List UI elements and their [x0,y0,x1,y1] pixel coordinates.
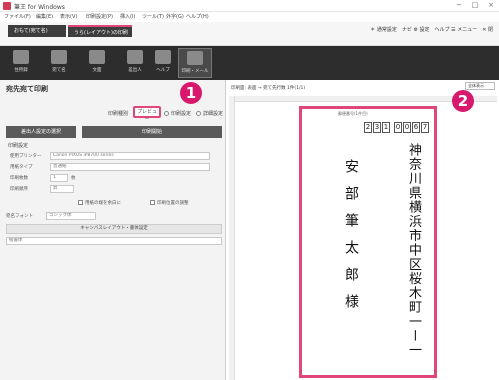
ruler-left [229,96,235,380]
bottom-font-select[interactable]: 楷書体 [6,237,222,245]
checkbox-box [150,200,155,205]
radio-label: 印刷設定 [171,111,192,117]
ribbon-toolbar: 住所録 宛て名 文面 差出人 ヘルプ 印刷・メール [0,46,499,80]
section-print-settings: 印刷設定 [8,143,29,149]
ribbon-label: 文面 [92,68,102,73]
print-order-label: 印刷順序 [10,187,28,192]
step-badge-1: 1 [180,82,202,104]
panel-title: 宛先宛て印刷 [6,85,48,93]
checkbox-label: 印刷位置の調整 [157,201,189,206]
radio-print-settings[interactable]: 印刷設定 [164,110,191,117]
menu-help[interactable]: ヘルプ(H) [186,13,209,20]
ribbon-print-button[interactable]: 印刷・メール [178,48,212,78]
copies-unit: 枚 [71,176,76,181]
maximize-button[interactable]: □ [470,1,480,10]
zip-digit: 2 [364,122,372,133]
menu-print-settings[interactable]: 印刷設定(P) [86,13,113,20]
design-icon [89,50,105,64]
title-bar: 筆王 for Windows − □ × [0,0,499,12]
print-type-label: 印刷種別 [108,110,128,117]
menu-view[interactable]: 表示(V) [60,13,77,20]
zip-digit: 6 [412,122,420,133]
tab-layout-print[interactable]: うら(レイアウト)の印刷 [68,25,132,37]
zip-code-boxes: 2 3 1 0 0 6 7 [364,122,430,133]
zoom-select[interactable]: 全体表示 [465,82,495,90]
ribbon-label: ヘルプ [156,68,170,73]
menu-bar: ファイル(F) 編集(E) 表示(V) 印刷設定(P) 挿入(I) ツール(T)… [0,12,499,22]
top-links[interactable]: ＊ 通常設定 ナビ ⚙ 設定 ヘルプ ☰ メニュー ✕ 閉 [370,26,493,33]
tab-address-side[interactable]: おもて(宛て名) [8,25,66,37]
ribbon-address-book-button[interactable]: 住所録 [4,48,38,78]
print-icon [187,51,203,65]
menu-insert[interactable]: 挿入(I) [120,13,135,20]
menu-file[interactable]: ファイル(F) [4,13,31,20]
close-button[interactable]: × [486,1,496,10]
radio-label: 詳細設定 [203,111,224,117]
menu-gaiji[interactable]: 外字(G) [166,13,184,20]
paper-type-label: 用紙タイプ [10,165,33,170]
layout-font-settings-button[interactable]: キャンバスレイアウト・書体設定 [6,224,222,234]
preview-info-text: 印刷面: 表面 → 宛て先行数 1件(1/1) [231,86,306,91]
copies-label: 印刷枚数 [10,176,28,181]
help-icon [155,50,171,64]
checkbox-position[interactable]: 印刷位置の調整 [150,200,189,206]
ribbon-address-button[interactable]: 宛て名 [42,48,76,78]
checkbox-box [78,200,83,205]
step-badge-2: 2 [452,90,474,112]
zip-caption: 郵便番号(1件目) [338,111,368,116]
radio-detail-settings[interactable]: 詳細設定 [196,110,223,117]
radio-circle [196,111,201,116]
zip-digit: 0 [403,122,411,133]
recipient-name: 安部筆太郎様 [343,159,359,321]
zip-digit: 1 [382,122,390,133]
recipient-address: 神奈川県横浜市中区桜木町一ー一 [406,143,421,358]
minimize-button[interactable]: − [454,1,464,10]
ribbon-help-button[interactable]: ヘルプ [146,48,180,78]
start-print-button[interactable]: 印刷開始 [82,126,222,138]
radio-circle [164,111,169,116]
app-icon [3,2,11,10]
sender-icon [127,50,143,64]
tab-strip: おもて(宛て名) うら(レイアウト)の印刷 ＊ 通常設定 ナビ ⚙ 設定 ヘルプ… [0,22,499,46]
window-title: 筆王 for Windows [14,4,65,11]
postcard-preview: 郵便番号(1件目) 2 3 1 0 0 6 7 神奈川県横浜市中区桜木町一ー一 … [299,106,437,378]
print-settings-panel: 宛先宛て印刷 印刷種別 プレビュー 印刷設定 詳細設定 差出人設定の選択 印刷開… [0,80,226,380]
zip-digit: 7 [421,122,429,133]
print-preview-area: 印刷面: 表面 → 宛て先行数 1件(1/1) 全体表示 郵便番号(1件目) 2… [227,80,499,380]
paper-type-select[interactable]: 普通紙 [50,163,210,171]
menu-tools[interactable]: ツール(T) [142,13,164,20]
zip-digit: 0 [394,122,402,133]
printer-select[interactable]: Canon PIXUS iP8700 series [50,152,210,160]
ribbon-label: 差出人 [128,68,142,73]
checkbox-label: 用紙の端を余白に [85,201,121,206]
ribbon-label: 印刷・メール [181,69,209,74]
copies-input[interactable]: 1 [50,174,68,182]
radio-label: 印刷種別 [108,111,129,117]
address-book-icon [13,50,29,64]
printer-label: 使用プリンター [10,154,42,159]
menu-edit[interactable]: 編集(E) [36,13,53,20]
preview-radio[interactable]: プレビュー [133,106,161,123]
ribbon-design-button[interactable]: 文面 [80,48,114,78]
print-order-select[interactable]: 昇 [50,185,74,193]
select-sender-button[interactable]: 差出人設定の選択 [6,126,76,138]
ribbon-label: 宛て名 [52,68,66,73]
font-label: 宛名フォント [6,214,33,219]
address-icon [51,50,67,64]
checkbox-margin[interactable]: 用紙の端を余白に [78,200,121,206]
zip-digit: 3 [373,122,381,133]
font-select[interactable]: ゴシック体 [46,212,96,220]
ribbon-label: 住所録 [14,68,28,73]
